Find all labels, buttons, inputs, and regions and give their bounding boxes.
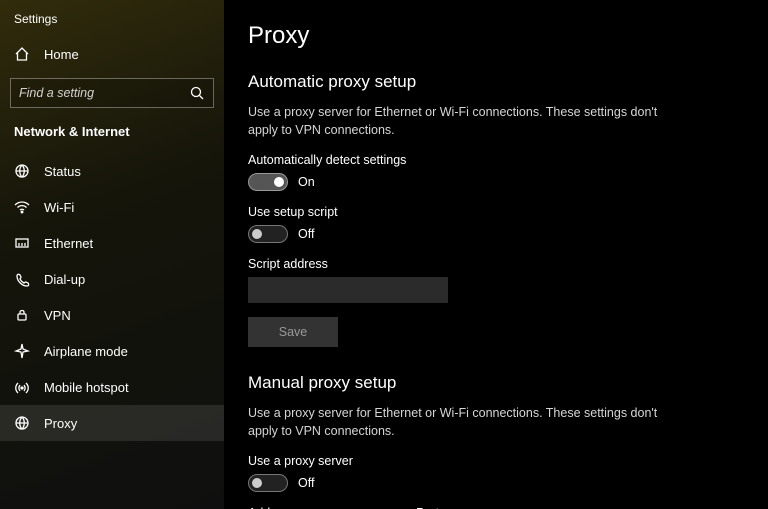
sidebar-item-dialup[interactable]: Dial-up (0, 261, 224, 297)
use-proxy-toggle[interactable] (248, 474, 288, 492)
home-label: Home (44, 47, 79, 62)
sidebar-item-status[interactable]: Status (0, 153, 224, 189)
sidebar-item-label: Airplane mode (44, 344, 128, 359)
sidebar-item-ethernet[interactable]: Ethernet (0, 225, 224, 261)
script-address-input[interactable] (248, 277, 448, 303)
sidebar-item-label: Proxy (44, 416, 77, 431)
script-state: Off (298, 227, 314, 241)
sidebar-item-wifi[interactable]: Wi-Fi (0, 189, 224, 225)
search-box[interactable] (10, 78, 214, 108)
sidebar-item-label: Wi-Fi (44, 200, 74, 215)
detect-toggle[interactable] (248, 173, 288, 191)
script-toggle[interactable] (248, 225, 288, 243)
home-link[interactable]: Home (0, 38, 224, 70)
manual-desc: Use a proxy server for Ethernet or Wi-Fi… (248, 405, 668, 440)
sidebar-item-label: Ethernet (44, 236, 93, 251)
use-proxy-state: Off (298, 476, 314, 490)
sidebar-item-label: VPN (44, 308, 71, 323)
sidebar-item-label: Status (44, 164, 81, 179)
ethernet-icon (14, 235, 30, 251)
main-content: Proxy Automatic proxy setup Use a proxy … (224, 0, 768, 509)
search-input[interactable] (19, 86, 189, 100)
page-title: Proxy (248, 22, 744, 50)
detect-label: Automatically detect settings (248, 153, 744, 167)
script-addr-label: Script address (248, 257, 744, 271)
vpn-icon (14, 307, 30, 323)
sidebar-item-vpn[interactable]: VPN (0, 297, 224, 333)
manual-heading: Manual proxy setup (248, 373, 744, 393)
sidebar-item-airplane[interactable]: Airplane mode (0, 333, 224, 369)
auto-desc: Use a proxy server for Ethernet or Wi-Fi… (248, 104, 668, 139)
home-icon (14, 46, 30, 62)
script-toggle-label: Use setup script (248, 205, 744, 219)
save-button[interactable]: Save (248, 317, 338, 347)
wifi-icon (14, 199, 30, 215)
search-icon (189, 85, 205, 101)
auto-heading: Automatic proxy setup (248, 72, 744, 92)
status-icon (14, 163, 30, 179)
app-title: Settings (0, 8, 224, 38)
use-proxy-label: Use a proxy server (248, 454, 744, 468)
sidebar: Settings Home Network & Internet Status … (0, 0, 224, 509)
sidebar-item-proxy[interactable]: Proxy (0, 405, 224, 441)
detect-state: On (298, 175, 315, 189)
sidebar-item-hotspot[interactable]: Mobile hotspot (0, 369, 224, 405)
sidebar-item-label: Mobile hotspot (44, 380, 129, 395)
airplane-icon (14, 343, 30, 359)
proxy-icon (14, 415, 30, 431)
sidebar-item-label: Dial-up (44, 272, 85, 287)
dialup-icon (14, 271, 30, 287)
category-heading: Network & Internet (0, 122, 224, 153)
hotspot-icon (14, 379, 30, 395)
